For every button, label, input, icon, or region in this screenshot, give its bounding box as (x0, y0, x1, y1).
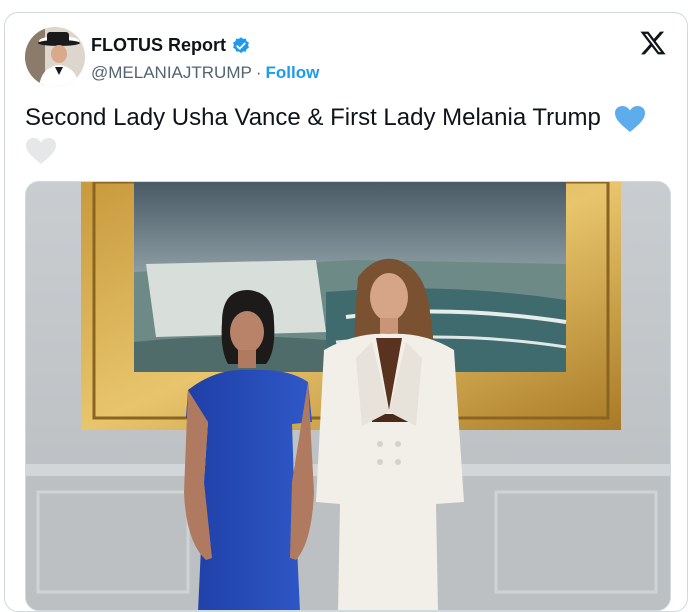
avatar[interactable] (25, 27, 85, 87)
display-name[interactable]: FLOTUS Report (91, 35, 226, 56)
separator: · (255, 63, 262, 82)
x-logo-icon[interactable] (639, 29, 667, 57)
blue-heart-icon (614, 105, 646, 133)
white-heart-icon (25, 137, 57, 165)
avatar-image (25, 27, 85, 87)
tweet-body: Second Lady Usha Vance & First Lady Mela… (25, 104, 601, 131)
name-row: FLOTUS Report (91, 35, 251, 56)
tweet-photo[interactable] (25, 181, 671, 611)
tweet-text: Second Lady Usha Vance & First Lady Mela… (25, 103, 665, 165)
verified-badge-icon (231, 36, 251, 56)
tweet-card[interactable]: FLOTUS Report @MELANIAJTRUMP · Follow Se… (4, 12, 688, 612)
handle[interactable]: @MELANIAJTRUMP (91, 63, 252, 83)
follow-button[interactable]: Follow (266, 63, 320, 83)
handle-row: @MELANIAJTRUMP · Follow (91, 63, 319, 83)
photo-illustration (26, 182, 670, 610)
